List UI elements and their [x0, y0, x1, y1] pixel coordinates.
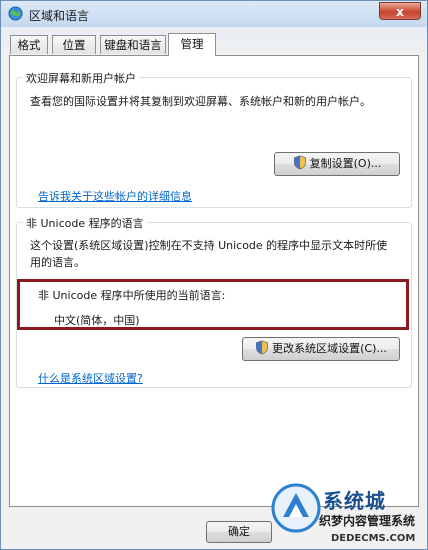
group-title: 非 Unicode 程序的语言: [23, 215, 147, 231]
uac-shield-icon: [293, 155, 306, 170]
what-is-system-locale-link[interactable]: 什么是系统区域设置?: [38, 370, 143, 386]
title-bar[interactable]: 区域和语言 x: [1, 1, 427, 27]
tab-administrative[interactable]: 管理: [168, 33, 216, 56]
change-system-locale-button[interactable]: 更改系统区域设置(C)...: [242, 337, 400, 361]
highlight-box: [17, 279, 409, 330]
group-title: 欢迎屏幕和新用户帐户: [23, 70, 139, 86]
unicode-description-line2: 用的语言。: [30, 256, 85, 269]
copy-settings-button[interactable]: 复制设置(O)...: [274, 152, 400, 176]
welcome-description: 查看您的国际设置并将其复制到欢迎屏幕、系统帐户和新的用户帐户。: [30, 95, 371, 108]
ok-button[interactable]: 确定: [206, 521, 272, 543]
tab-location[interactable]: 位置: [52, 35, 96, 54]
close-button[interactable]: x: [379, 2, 421, 20]
watermark-line: 织梦内容管理系统: [319, 514, 416, 528]
globe-icon: [8, 6, 23, 21]
watermark-logo-icon: [271, 483, 321, 533]
region-language-window: 区域和语言 x 格式 位置 键盘和语言 管理 欢迎屏幕和新用户帐户 查看您的国际…: [0, 0, 428, 550]
copy-settings-label: 复制设置(O)...: [309, 157, 382, 170]
accounts-details-link[interactable]: 告诉我关于这些帐户的详细信息: [38, 188, 192, 204]
window-title: 区域和语言: [29, 9, 90, 23]
tab-keyboard-language[interactable]: 键盘和语言: [100, 35, 166, 54]
change-locale-label: 更改系统区域设置(C)...: [272, 342, 387, 355]
unicode-description-line1: 这个设置(系统区域设置)控制在不支持 Unicode 的程序中显示文本时所使: [30, 239, 388, 252]
uac-shield-icon: [256, 340, 269, 355]
watermark-url: DEDECMS.COM: [331, 533, 416, 544]
watermark-brand: 系统城: [323, 489, 386, 513]
tab-format[interactable]: 格式: [10, 35, 48, 54]
